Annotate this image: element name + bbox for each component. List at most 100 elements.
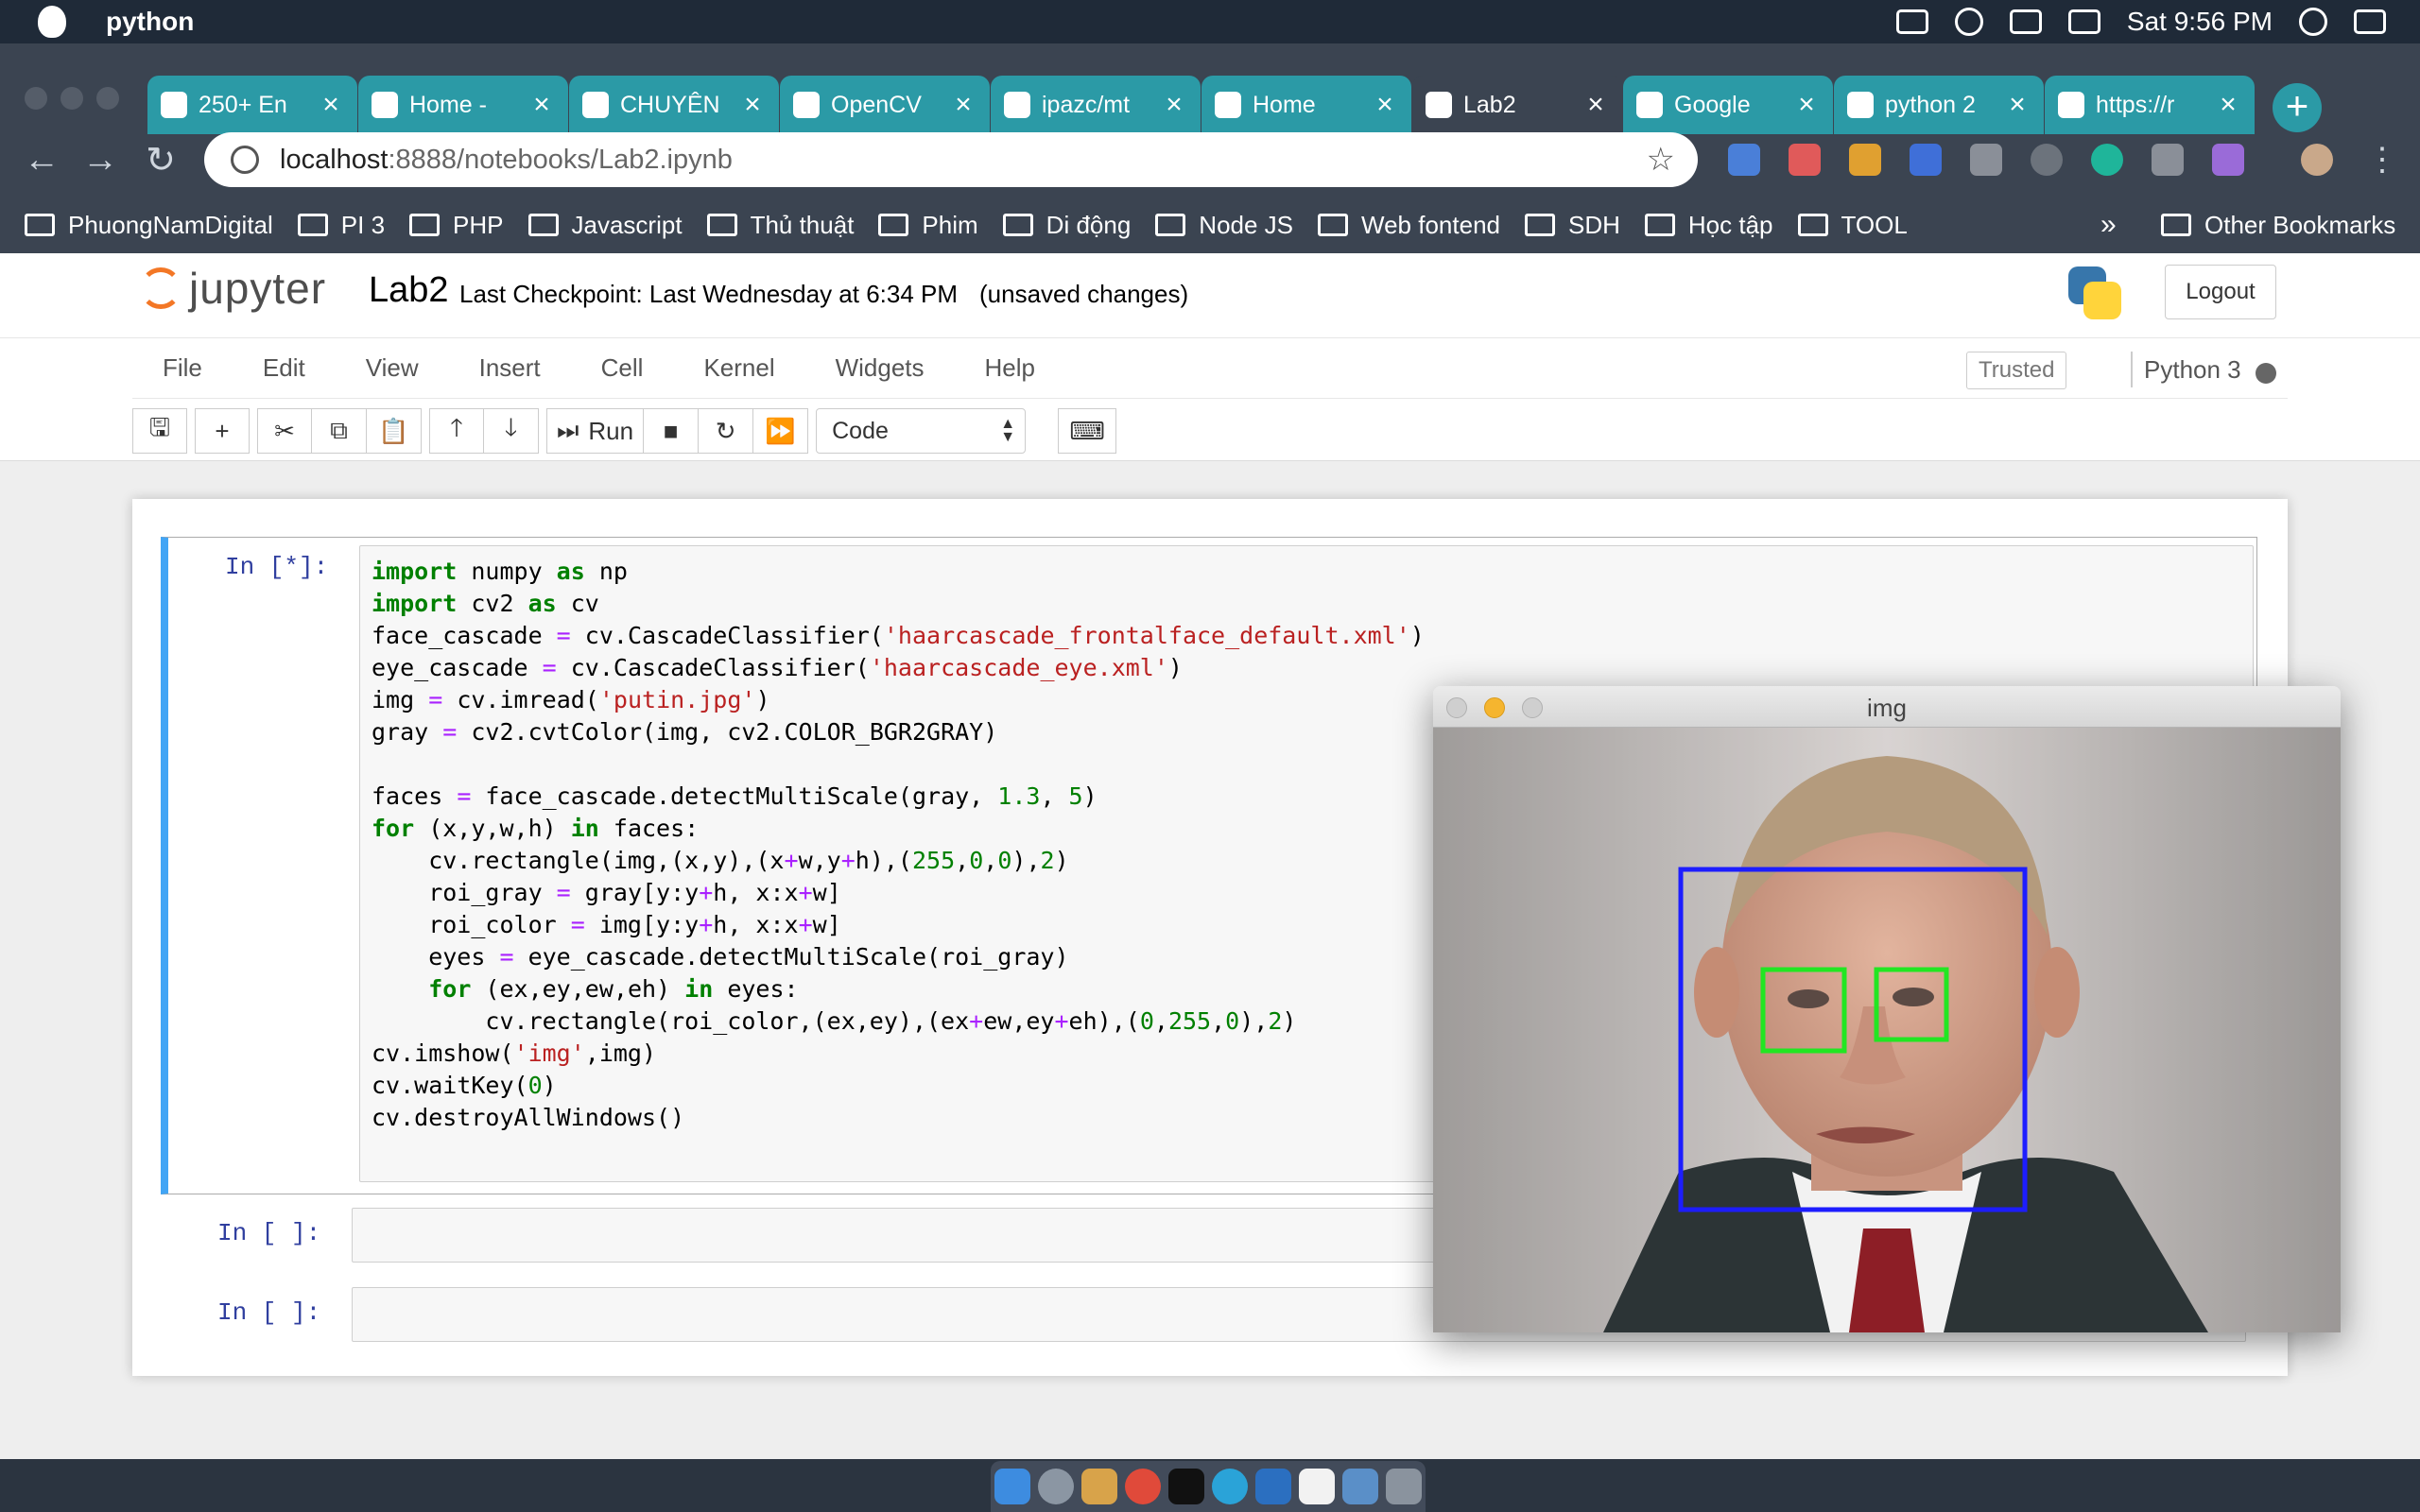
window-close-button[interactable] bbox=[25, 87, 47, 110]
bookmark-folder[interactable]: PHP bbox=[409, 211, 504, 240]
logout-button[interactable]: Logout bbox=[2165, 265, 2276, 319]
menu-edit[interactable]: Edit bbox=[233, 353, 336, 383]
tab-title: Home - bbox=[409, 91, 487, 118]
menu-file[interactable]: File bbox=[132, 353, 233, 383]
menubar-clock[interactable]: Sat 9:56 PM bbox=[2127, 7, 2273, 37]
browser-menu-icon[interactable]: ⋮ bbox=[2354, 141, 2411, 179]
jupyter-logo[interactable]: jupyter bbox=[140, 263, 326, 314]
menu-kernel[interactable]: Kernel bbox=[673, 353, 804, 383]
notification-center-icon[interactable] bbox=[2354, 9, 2386, 34]
menu-cell[interactable]: Cell bbox=[571, 353, 674, 383]
tab-favicon bbox=[372, 92, 398, 118]
back-button[interactable]: ← bbox=[13, 140, 70, 180]
interrupt-icon[interactable]: ■ bbox=[644, 408, 700, 454]
run-button[interactable]: ⏭ Run bbox=[546, 408, 645, 454]
tab-close-icon[interactable]: × bbox=[2215, 89, 2241, 121]
tab-title: https://r bbox=[2096, 91, 2175, 118]
tab-close-icon[interactable]: × bbox=[528, 89, 555, 121]
bookmark-folder[interactable]: SDH bbox=[1525, 211, 1620, 240]
profile-avatar[interactable] bbox=[2301, 144, 2333, 176]
vscode-icon[interactable] bbox=[1255, 1469, 1291, 1504]
cut-icon[interactable]: ✂ bbox=[257, 408, 312, 454]
trash-icon[interactable] bbox=[1386, 1469, 1422, 1504]
reload-button[interactable]: ↻ bbox=[132, 139, 189, 181]
tab-close-icon[interactable]: × bbox=[1372, 89, 1398, 121]
other-bookmarks-folder[interactable]: Other Bookmarks bbox=[2161, 211, 2395, 240]
folder-icon bbox=[25, 214, 55, 236]
opencv-image-window[interactable]: img bbox=[1433, 686, 2341, 1332]
trusted-indicator[interactable]: Trusted bbox=[1966, 352, 2067, 389]
bookmark-folder[interactable]: PhuongNamDigital bbox=[25, 211, 273, 240]
bookmark-folder[interactable]: Node JS bbox=[1155, 211, 1293, 240]
cell-type-select[interactable]: Code ▲ ▼ bbox=[816, 408, 1027, 454]
bookmark-folder[interactable]: Web fontend bbox=[1318, 211, 1500, 240]
notebook-name[interactable]: Lab2 bbox=[369, 270, 449, 311]
image-window-titlebar[interactable]: img bbox=[1433, 686, 2341, 728]
finder-icon[interactable] bbox=[994, 1469, 1030, 1504]
wave-extension-icon[interactable] bbox=[2212, 144, 2244, 176]
menu-insert[interactable]: Insert bbox=[449, 353, 571, 383]
tab-close-icon[interactable]: × bbox=[318, 89, 344, 121]
bookmark-star-icon[interactable]: ☆ bbox=[1647, 141, 1675, 179]
folder-icon bbox=[1318, 214, 1349, 236]
battery-icon[interactable] bbox=[2009, 9, 2042, 34]
m-extension-icon[interactable] bbox=[2091, 144, 2123, 176]
apple-icon[interactable] bbox=[38, 6, 66, 38]
input-method-icon[interactable] bbox=[2067, 9, 2100, 34]
bookmark-extension-icon[interactable] bbox=[1910, 144, 1942, 176]
bulb-extension-icon[interactable] bbox=[2031, 144, 2063, 176]
insert-cell-button[interactable]: + bbox=[195, 408, 250, 454]
bookmark-folder[interactable]: Javascript bbox=[527, 211, 683, 240]
tab-close-icon[interactable]: × bbox=[1793, 89, 1820, 121]
save-icon[interactable]: 🖫 bbox=[132, 408, 187, 454]
bookmark-folder[interactable]: PI 3 bbox=[297, 211, 385, 240]
restart-run-all-icon[interactable]: ⏩ bbox=[753, 408, 809, 454]
forward-button[interactable]: → bbox=[72, 140, 129, 180]
video-extension-icon[interactable] bbox=[1789, 144, 1821, 176]
tab-close-icon[interactable]: × bbox=[2004, 89, 2031, 121]
window-minimize-button[interactable] bbox=[60, 87, 83, 110]
telegram-icon[interactable] bbox=[1212, 1469, 1248, 1504]
bookmark-folder[interactable]: Di động bbox=[1002, 211, 1131, 240]
bookmark-folder[interactable]: Thủ thuật bbox=[706, 211, 854, 240]
wifi-icon[interactable] bbox=[1954, 8, 1983, 36]
tab-close-icon[interactable]: × bbox=[1582, 89, 1609, 121]
window-zoom-button[interactable] bbox=[96, 87, 119, 110]
site-info-icon[interactable] bbox=[231, 146, 259, 174]
copy-icon[interactable]: ⧉ bbox=[312, 408, 367, 454]
menu-widgets[interactable]: Widgets bbox=[805, 353, 955, 383]
active-app-name[interactable]: python bbox=[106, 7, 194, 37]
step-icon: ⏭ bbox=[557, 416, 579, 444]
docker-icon[interactable] bbox=[1895, 9, 1928, 34]
bookmark-folder[interactable]: Học tập bbox=[1644, 211, 1773, 240]
move-up-icon[interactable]: 🡑 bbox=[429, 408, 484, 454]
document-icon[interactable] bbox=[1299, 1469, 1335, 1504]
restart-icon[interactable]: ↻ bbox=[699, 408, 754, 454]
paste-icon[interactable]: 📋 bbox=[367, 408, 422, 454]
tool-extension-icon[interactable] bbox=[1970, 144, 2002, 176]
tab-title: OpenCV bbox=[831, 91, 922, 118]
bookmarks-overflow-button[interactable]: » bbox=[2100, 209, 2117, 241]
page-icon bbox=[2058, 92, 2084, 118]
downloads-folder-icon[interactable] bbox=[1342, 1469, 1378, 1504]
adblock-extension-icon[interactable] bbox=[1849, 144, 1881, 176]
spotlight-search-icon[interactable] bbox=[2299, 8, 2327, 36]
chrome-icon[interactable] bbox=[1125, 1469, 1161, 1504]
keyboard-icon[interactable]: ⌨ bbox=[1058, 408, 1117, 454]
kernel-name[interactable]: Python 3 bbox=[2131, 352, 2241, 387]
move-down-icon[interactable]: 🡓 bbox=[484, 408, 539, 454]
tab-favicon bbox=[582, 92, 609, 118]
terminal-icon[interactable] bbox=[1168, 1469, 1204, 1504]
tab-close-icon[interactable]: × bbox=[1161, 89, 1187, 121]
google-translate-extension-icon[interactable] bbox=[1728, 144, 1760, 176]
address-bar[interactable]: localhost:8888/notebooks/Lab2.ipynb ☆ bbox=[204, 132, 1698, 187]
tab-close-icon[interactable]: × bbox=[739, 89, 766, 121]
menu-view[interactable]: View bbox=[336, 353, 449, 383]
gamepad-extension-icon[interactable] bbox=[2152, 144, 2184, 176]
python-launcher-icon[interactable] bbox=[1081, 1469, 1117, 1504]
tab-close-icon[interactable]: × bbox=[950, 89, 977, 121]
bookmark-folder[interactable]: Phim bbox=[878, 211, 978, 240]
bookmark-folder[interactable]: TOOL bbox=[1797, 211, 1908, 240]
launchpad-icon[interactable] bbox=[1038, 1469, 1074, 1504]
menu-help[interactable]: Help bbox=[955, 353, 1065, 383]
